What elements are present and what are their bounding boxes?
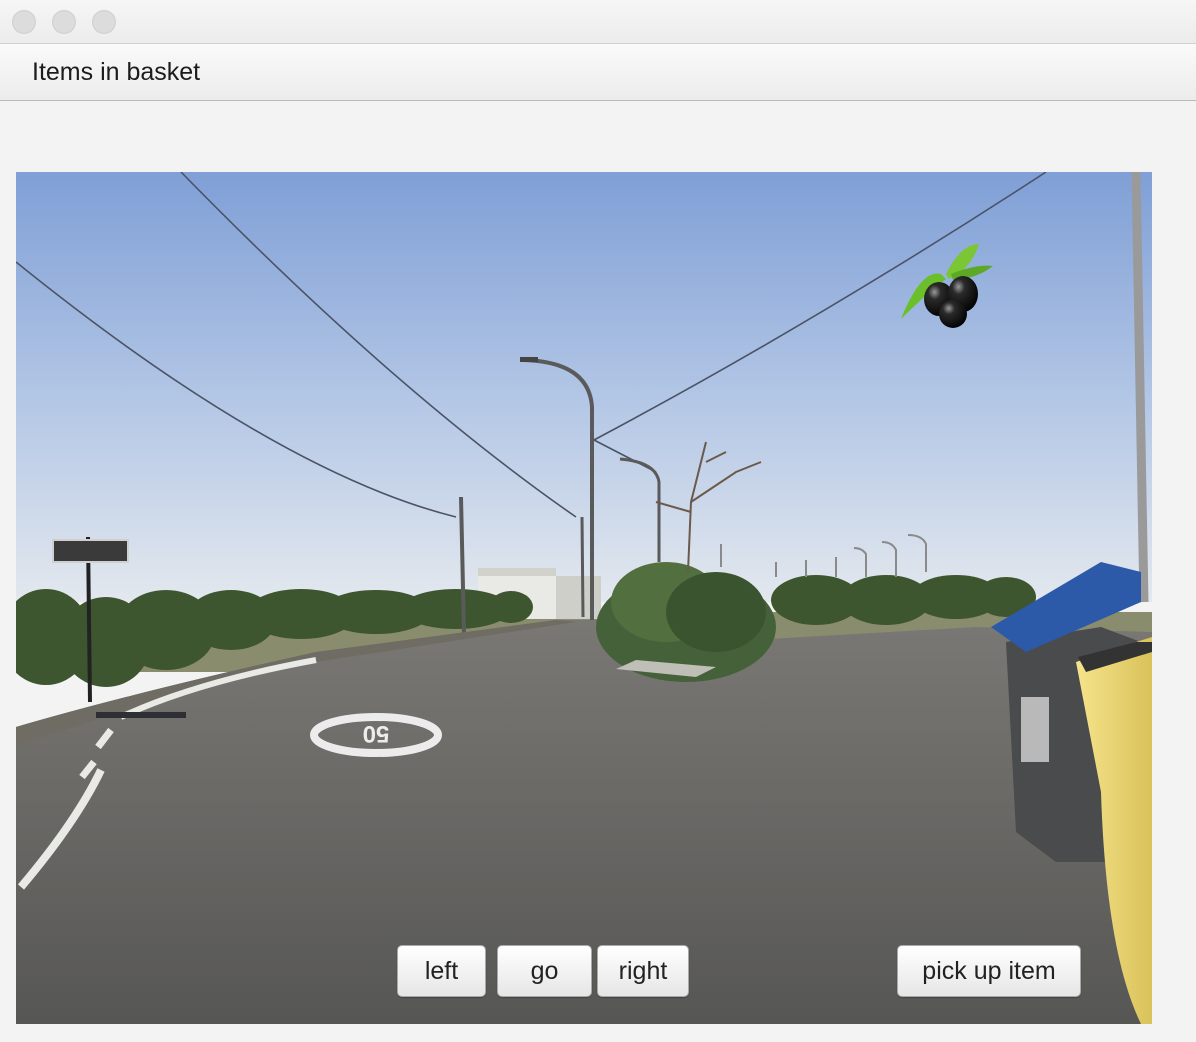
menu-items-in-basket[interactable]: Items in basket bbox=[32, 58, 200, 87]
left-button[interactable]: left bbox=[397, 945, 486, 997]
zoom-window-button[interactable] bbox=[92, 10, 116, 34]
minimize-window-button[interactable] bbox=[52, 10, 76, 34]
close-window-button[interactable] bbox=[12, 10, 36, 34]
menu-bar: Items in basket bbox=[0, 44, 1196, 101]
go-button[interactable]: go bbox=[497, 945, 592, 997]
pick-up-item-button[interactable]: pick up item bbox=[897, 945, 1081, 997]
scene-view: 50 bbox=[16, 172, 1152, 1024]
svg-text:50: 50 bbox=[363, 720, 390, 747]
window-titlebar bbox=[0, 0, 1196, 44]
right-button[interactable]: right bbox=[597, 945, 689, 997]
